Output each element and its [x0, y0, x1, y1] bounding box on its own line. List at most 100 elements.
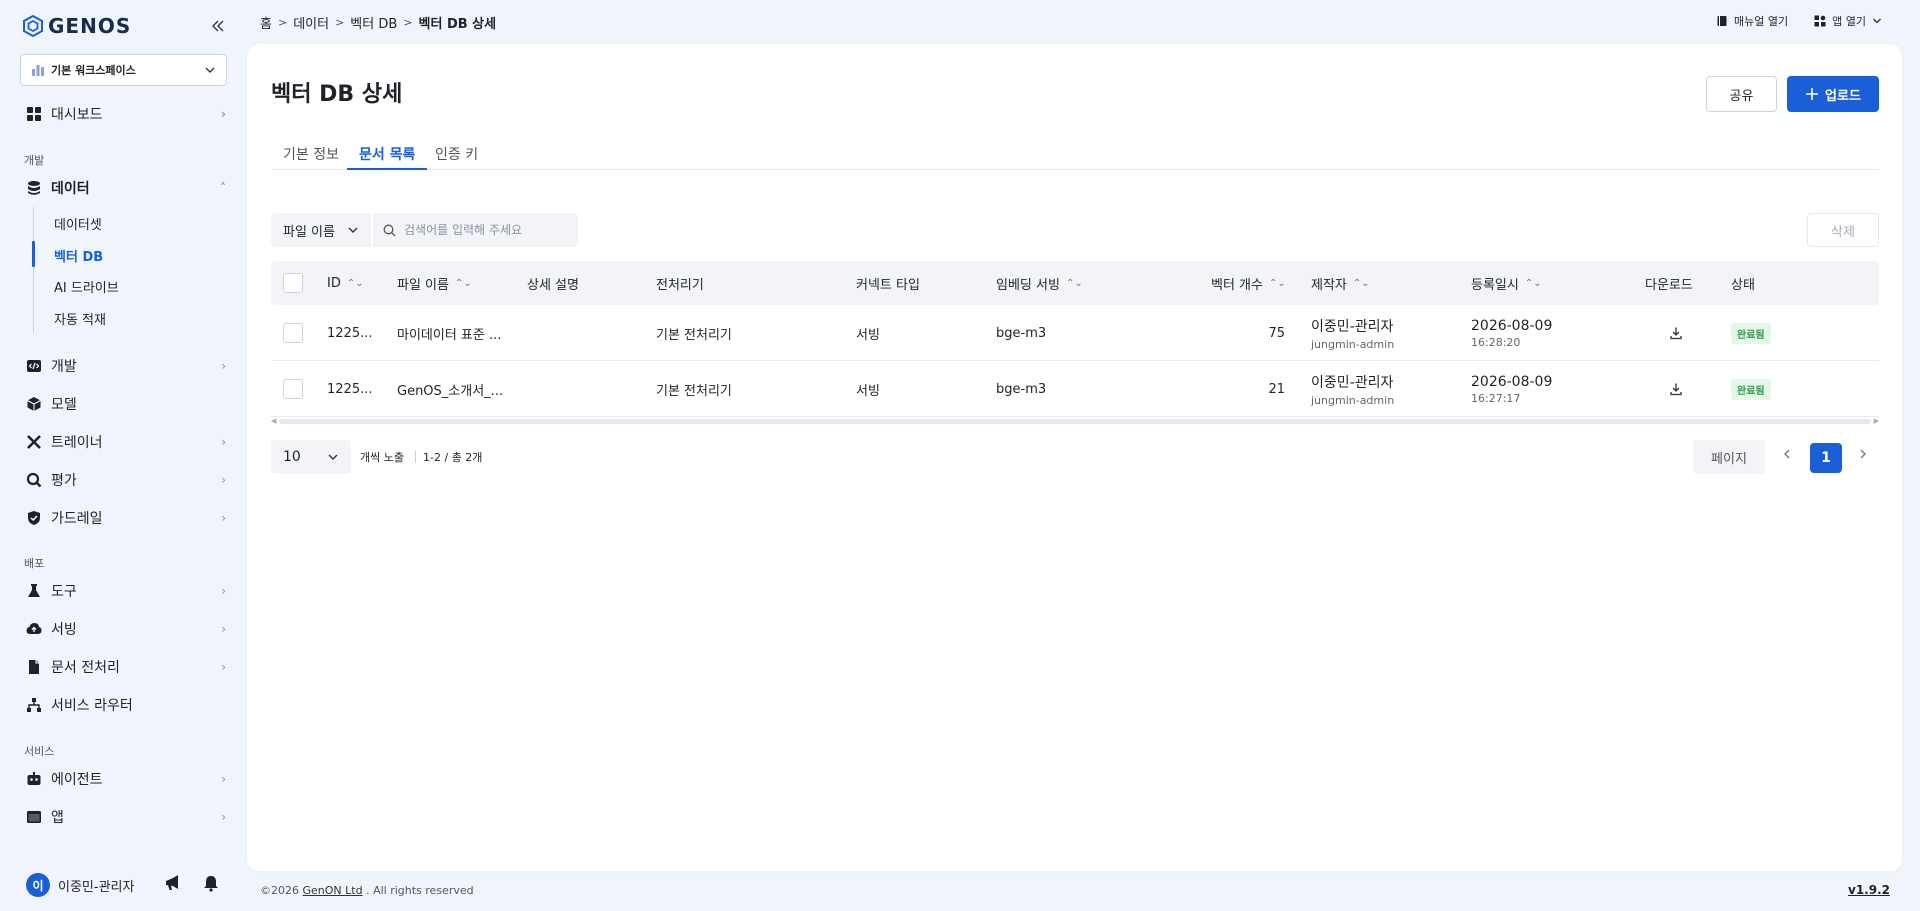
chevron-right-icon[interactable] [1857, 448, 1869, 460]
sidebar-item-dev[interactable]: 개발 › [26, 353, 226, 379]
tab-auth-key[interactable]: 인증 키 [423, 144, 490, 170]
cell-id: 1225... [327, 381, 373, 397]
router-icon [27, 698, 41, 712]
document-icon [29, 660, 39, 674]
sidebar-item-eval[interactable]: 평가 › [26, 467, 226, 493]
breadcrumb-data[interactable]: 데이터 [293, 13, 329, 32]
main-panel: 벡터 DB 상세 공유 업로드 기본 정보 문서 목록 인증 키 파일 이름 삭… [247, 44, 1902, 871]
chevron-right-icon: › [221, 772, 226, 786]
sidebar-item-trainer[interactable]: 트레이너 › [26, 429, 226, 455]
open-app-button[interactable]: 앱 열기 [1814, 13, 1882, 29]
sidebar-label: 평가 [51, 473, 77, 489]
breadcrumb-vector-db[interactable]: 벡터 DB [350, 13, 397, 32]
header-embedding-serving[interactable]: 임베딩 서빙 ⌃⌄ [996, 261, 1083, 305]
header-description: 상세 설명 [527, 261, 579, 305]
download-icon[interactable] [1669, 382, 1683, 396]
search-input[interactable] [404, 223, 564, 237]
page-number-current[interactable]: 1 [1810, 443, 1842, 473]
sidebar-item-app[interactable]: 앱 › [26, 804, 226, 830]
version-link[interactable]: v1.9.2 [1848, 883, 1890, 897]
filter-field-select[interactable]: 파일 이름 [271, 213, 371, 247]
user-profile[interactable]: 이 이중민-관리자 [26, 872, 134, 898]
table-row[interactable]: 1225... GenOS_소개서_... 기본 전처리기 서빙 bge-m3 … [271, 361, 1879, 417]
sidebar-item-serving[interactable]: 서빙 › [26, 616, 226, 642]
cell-status: 완료됨 [1731, 361, 1771, 417]
header-status: 상태 [1731, 261, 1755, 305]
sidebar-label: 대시보드 [51, 107, 103, 123]
table-row[interactable]: 1225... 마이데이터 표준 ... 기본 전처리기 서빙 bge-m3 7… [271, 305, 1879, 361]
header-vector-count[interactable]: 벡터 개수 ⌃⌄ [1211, 261, 1286, 305]
manual-open-label: 매뉴얼 열기 [1734, 15, 1789, 28]
creator-name: 이중민-관리자 [1311, 318, 1394, 335]
page-jump-button[interactable]: 페이지 [1693, 440, 1765, 474]
sidebar-item-doc-preproc[interactable]: 문서 전처리 › [26, 654, 226, 680]
app-grid-icon [1814, 15, 1826, 27]
app-window-icon [27, 811, 41, 823]
chevron-right-icon: > [277, 16, 288, 29]
status-badge: 완료됨 [1731, 322, 1771, 344]
sidebar-item-model[interactable]: 모델 [26, 391, 226, 417]
scroll-thumb[interactable] [279, 419, 1871, 424]
header-creator[interactable]: 제작자 ⌃⌄ [1311, 261, 1370, 305]
collapse-sidebar-icon[interactable] [208, 16, 228, 36]
cell-file-name[interactable]: GenOS_소개서_... [397, 361, 517, 417]
sidebar-subitem-dataset[interactable]: 데이터셋 [54, 214, 102, 233]
sidebar: GENOS 기본 워크스페이스 대시보드 › 개발 데이터 ˄ 데이터셋 벡터 … [0, 0, 246, 911]
cell-description [527, 305, 647, 361]
upload-button[interactable]: 업로드 [1787, 76, 1879, 112]
filter-field-label: 파일 이름 [283, 224, 335, 240]
header-file-name[interactable]: 파일 이름 ⌃⌄ [397, 261, 472, 305]
share-button[interactable]: 공유 [1706, 76, 1777, 112]
page-size-value: 10 [283, 449, 301, 465]
sidebar-item-guardrail[interactable]: 가드레일 › [26, 505, 226, 531]
chevron-right-icon: › [221, 584, 226, 598]
sort-icon: ⌃⌄ [1352, 277, 1370, 289]
tab-basic-info[interactable]: 기본 정보 [271, 144, 351, 170]
sidebar-subitem-ai-drive[interactable]: AI 드라이브 [54, 277, 119, 296]
header-preprocessor: 전처리기 [656, 261, 704, 305]
chevron-down-icon [205, 67, 215, 73]
chevron-left-icon[interactable] [1781, 448, 1793, 460]
cell-preprocessor: 기본 전처리기 [656, 383, 732, 399]
page-title: 벡터 DB 상세 [271, 82, 403, 107]
header-registered-at[interactable]: 등록일시 ⌃⌄ [1471, 261, 1542, 305]
sidebar-item-tools[interactable]: 도구 › [26, 578, 226, 604]
sidebar-item-dashboard[interactable]: 대시보드 › [26, 101, 226, 127]
tab-document-list[interactable]: 문서 목록 [347, 144, 428, 170]
page-size-select[interactable]: 10 [271, 440, 351, 474]
select-all-checkbox[interactable] [283, 273, 303, 293]
workspace-select[interactable]: 기본 워크스페이스 [20, 54, 227, 86]
sidebar-subitem-vector-db[interactable]: 벡터 DB [54, 246, 103, 265]
scroll-right-icon[interactable]: ▶ [1874, 417, 1879, 425]
horizontal-scrollbar[interactable]: ◀ ▶ [271, 417, 1879, 425]
flask-icon [28, 584, 40, 597]
sidebar-label: 모델 [51, 397, 77, 413]
chevron-up-icon: ˄ [220, 181, 226, 195]
manual-open-button[interactable]: 매뉴얼 열기 [1716, 13, 1788, 29]
database-icon [28, 181, 40, 195]
sort-icon: ⌃⌄ [1268, 277, 1286, 289]
open-app-label: 앱 열기 [1832, 15, 1866, 28]
company-link[interactable]: GenON Ltd [303, 884, 363, 897]
download-icon[interactable] [1669, 326, 1683, 340]
cell-vector-count: 75 [1268, 325, 1285, 341]
sidebar-item-service-router[interactable]: 서비스 라우터 [26, 692, 226, 718]
bell-icon[interactable] [202, 874, 220, 892]
sidebar-item-data[interactable]: 데이터 ˄ [26, 175, 226, 201]
table-header: ID ⌃⌄ 파일 이름 ⌃⌄ 상세 설명 전처리기 커넥트 타입 임베딩 서빙 ⌃⌄ … [271, 261, 1879, 305]
delete-button[interactable]: 삭제 [1807, 213, 1879, 247]
row-checkbox[interactable] [283, 323, 303, 343]
breadcrumb-home[interactable]: 홈 [260, 13, 272, 32]
book-icon [1717, 16, 1727, 26]
header-id[interactable]: ID ⌃⌄ [327, 261, 364, 305]
header-label: 전처리기 [656, 277, 704, 293]
megaphone-icon[interactable] [164, 874, 182, 892]
cell-file-name[interactable]: 마이데이터 표준 ... [397, 305, 517, 361]
sidebar-subitem-auto-load[interactable]: 자동 적재 [54, 309, 106, 328]
sidebar-item-agent[interactable]: 에이전트 › [26, 766, 226, 792]
creator-id: jungmin-admin [1311, 337, 1395, 351]
scroll-left-icon[interactable]: ◀ [271, 417, 276, 425]
reg-date: 2026-08-09 [1471, 317, 1553, 334]
row-checkbox[interactable] [283, 379, 303, 399]
chevron-down-icon [328, 454, 338, 460]
